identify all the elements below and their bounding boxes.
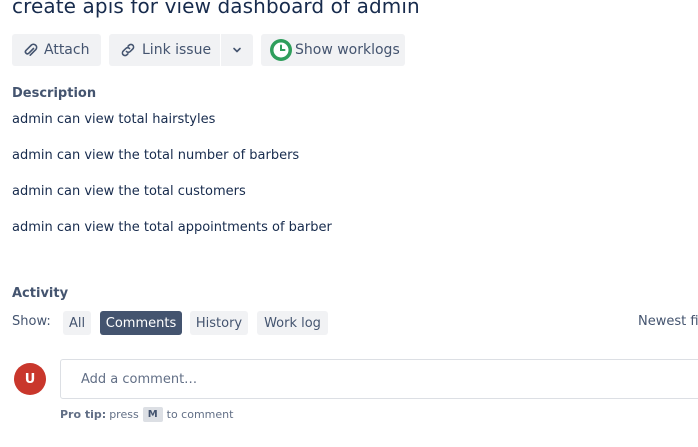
show-worklogs-label: Show worklogs [295,42,400,58]
pro-tip-suffix: to comment [166,408,234,421]
description-line: admin can view total hairstyles [12,112,216,127]
filter-all[interactable]: All [63,311,91,335]
attach-button[interactable]: Attach [12,34,101,66]
attach-label: Attach [44,42,90,58]
link-issue-label: Link issue [142,42,212,58]
show-label: Show: [12,314,51,329]
link-icon [119,42,137,58]
description-line: admin can view the total number of barbe… [12,148,300,163]
more-actions-button[interactable] [221,34,253,66]
show-worklogs-button[interactable]: Show worklogs [261,34,405,66]
sort-order-button[interactable]: Newest fi [638,314,698,329]
keyboard-shortcut-key: M [142,407,163,422]
pro-tip-press: press [109,408,139,421]
filter-history[interactable]: History [190,311,248,335]
description-line: admin can view the total customers [12,184,246,199]
pro-tip-label: Pro tip: [60,408,107,421]
paperclip-icon [22,42,38,58]
description-heading: Description [12,86,97,101]
avatar: U [14,363,46,395]
filter-work-log[interactable]: Work log [257,311,328,335]
link-issue-button[interactable]: Link issue [109,34,220,66]
filter-comments[interactable]: Comments [100,311,182,335]
description-line: admin can view the total appointments of… [12,220,332,235]
activity-heading: Activity [12,286,69,301]
issue-title[interactable]: create apis for view dashboard of admin [12,0,420,18]
chevron-down-icon [231,44,243,56]
clock-icon [269,38,293,62]
comment-input[interactable]: Add a comment… [60,359,698,399]
pro-tip: Pro tip: press M to comment [60,407,233,422]
